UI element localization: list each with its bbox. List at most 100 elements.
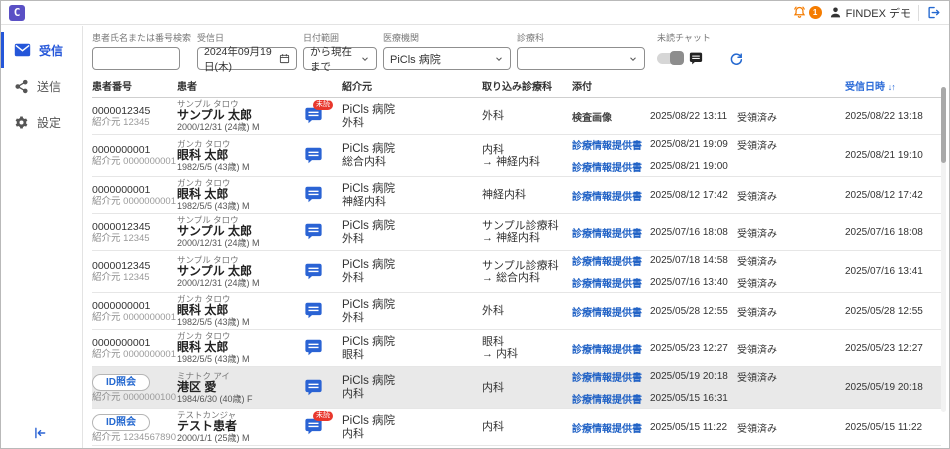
table-row[interactable]: 0000012345 紹介元 12345 サンプル タロウ サンプル 太郎 20… — [92, 214, 941, 251]
attachment-link[interactable]: 診療情報提供書 — [572, 391, 650, 406]
attachments-cell: 診療情報提供書2025/08/12 17:42受領済み — [572, 188, 845, 203]
intake-dept-from: 内科 — [482, 382, 572, 394]
table-row[interactable]: 0000000001 紹介元 0000000001 ガンカ タロウ 眼科 太郎 … — [92, 330, 941, 367]
chat-cell — [304, 186, 342, 204]
sidebar-item-settings[interactable]: 設定 — [1, 104, 82, 140]
chat-button[interactable]: 未読 — [304, 418, 324, 436]
vertical-scrollbar[interactable] — [941, 87, 946, 412]
referrer-dept: 内科 — [342, 428, 482, 440]
attachment-link[interactable]: 診療情報提供書 — [572, 188, 650, 203]
referrer-number-line: 紹介元 0000000001 — [92, 349, 177, 360]
referrer-dept: 外科 — [342, 117, 482, 129]
id-lookup-button[interactable]: ID照会 — [92, 374, 150, 391]
refresh-button[interactable] — [729, 47, 744, 70]
id-lookup-button[interactable]: ID照会 — [92, 414, 150, 431]
patient-number-cell: ID照会 紹介元 0000000100 — [92, 372, 177, 403]
attachment-link[interactable]: 診療情報提供書 — [572, 225, 650, 240]
chat-cell: 未読 — [304, 107, 342, 125]
referrer-number-line: 紹介元 0000000001 — [92, 156, 177, 167]
attachment-status: 受領済み — [737, 369, 845, 384]
date-range-select[interactable]: から現在まで — [303, 47, 377, 70]
referrer-dept: 外科 — [342, 312, 482, 324]
received-datetime: 2025/08/12 17:42 — [845, 190, 941, 201]
table-row[interactable]: 0000000001 紹介元 0000000001 ガンカ タロウ 眼科 太郎 … — [92, 293, 941, 330]
notification-button[interactable]: 1 — [792, 5, 822, 20]
medical-org-select[interactable]: PiCls 病院 — [383, 47, 511, 70]
col-received-sort[interactable]: 受信日時 ↓↑ — [845, 78, 941, 93]
table-row[interactable]: ID照会 紹介元 0000000100 ミナトク アイ 港区 愛 1984/6/… — [92, 367, 941, 409]
attachment-link[interactable]: 診療情報提供書 — [572, 369, 650, 384]
intake-cell: 外科 — [482, 110, 572, 122]
patient-birth: 1982/5/5 (43歳) M — [177, 354, 304, 364]
table-row[interactable]: 0000000001 紹介元 0000000001 ガンカ タロウ 眼科 太郎 … — [92, 135, 941, 177]
chat-filter-icon — [689, 52, 703, 65]
chat-button[interactable] — [304, 379, 324, 397]
attachment-link[interactable]: 診療情報提供書 — [572, 275, 650, 290]
receive-date-input[interactable]: 2024年09月19日(木) — [197, 47, 297, 70]
main-content: 患者氏名または番号検索 受信日 2024年09月19日(木) 日付範囲 か — [84, 26, 949, 448]
chat-button[interactable]: 未読 — [304, 107, 324, 125]
unread-chat-label: 未読チャット — [657, 31, 711, 44]
chat-button[interactable] — [304, 263, 324, 281]
user-menu[interactable]: FINDEX デモ — [829, 5, 911, 21]
logout-button[interactable] — [926, 5, 941, 20]
table-row[interactable]: 0000012345 紹介元 12345 サンプル タロウ サンプル 太郎 20… — [92, 98, 941, 135]
attachment-status: 受領済み — [737, 225, 845, 240]
table-row[interactable]: ID照会 紹介元 1234567890 テストカンジャ テスト患者 2000/1… — [92, 409, 941, 446]
chat-button[interactable] — [304, 339, 324, 357]
attachment-link[interactable]: 診療情報提供書 — [572, 420, 650, 435]
attachment-link[interactable]: 診療情報提供書 — [572, 304, 650, 319]
intake-dept-from: 内科 — [482, 144, 572, 156]
col-patient-number: 患者番号 — [92, 78, 177, 93]
attachment-time: 2025/05/15 11:22 — [650, 422, 737, 433]
sidebar-collapse-icon[interactable] — [33, 426, 47, 440]
chat-icon — [304, 339, 323, 356]
col-intake-dept: 取り込み診療科 — [482, 78, 572, 93]
unread-badge: 未読 — [313, 411, 333, 421]
referrer-org: PiCls 病院 — [342, 259, 482, 272]
intake-cell: サンプル診療科 → 神経内科 — [482, 220, 572, 244]
chat-button[interactable] — [304, 223, 324, 241]
attachment-link[interactable]: 診療情報提供書 — [572, 341, 650, 356]
chat-button[interactable] — [304, 186, 324, 204]
attachment-status: 受領済み — [737, 109, 845, 124]
intake-cell: 内科 — [482, 382, 572, 394]
patient-number: 0000012345 — [92, 221, 177, 233]
sidebar-item-send[interactable]: 送信 — [1, 68, 82, 104]
patient-number-cell: 0000000001 紹介元 0000000001 — [92, 184, 177, 207]
attachment-time: 2025/05/23 12:27 — [650, 343, 737, 354]
attachments-cell: 診療情報提供書2025/08/21 19:09受領済み診療情報提供書2025/0… — [572, 137, 845, 174]
department-select[interactable] — [517, 47, 645, 70]
table-row[interactable]: 0000000001 紹介元 0000000001 ガンカ タロウ 眼科 太郎 … — [92, 177, 941, 214]
chat-button[interactable] — [304, 147, 324, 165]
referrer-dept: 内科 — [342, 388, 482, 400]
search-input[interactable] — [92, 47, 180, 70]
referrer-org: PiCls 病院 — [342, 299, 482, 312]
attachment-link[interactable]: 診療情報提供書 — [572, 137, 650, 152]
referrer-dept: 総合内科 — [342, 156, 482, 168]
attachment-link: 検査画像 — [572, 109, 650, 124]
arrow-right-icon: → — [482, 156, 493, 168]
sidebar-item-label: 受信 — [39, 42, 63, 59]
attachment-link[interactable]: 診療情報提供書 — [572, 253, 650, 268]
chat-cell — [304, 223, 342, 241]
referrer-cell: PiCls 病院 眼科 — [342, 336, 482, 361]
referrer-dept: 外科 — [342, 272, 482, 284]
chat-button[interactable] — [304, 302, 324, 320]
scrollbar-thumb[interactable] — [941, 87, 946, 163]
table-row[interactable]: 0000012345 紹介元 12345 サンプル タロウ サンプル 太郎 20… — [92, 251, 941, 293]
unread-chat-toggle[interactable] — [657, 53, 683, 64]
patient-birth: 1982/5/5 (43歳) M — [177, 201, 304, 211]
chat-cell — [304, 147, 342, 165]
attachment-link[interactable]: 診療情報提供書 — [572, 159, 650, 174]
sidebar-item-label: 送信 — [37, 78, 61, 95]
patient-name: サンプル 太郎 — [177, 225, 304, 238]
referrer-org: PiCls 病院 — [342, 183, 482, 196]
chat-icon — [304, 223, 323, 240]
col-patient: 患者 — [177, 78, 304, 93]
date-range-label: 日付範囲 — [303, 31, 377, 44]
sidebar-item-receive[interactable]: 受信 — [1, 32, 82, 68]
chat-icon — [304, 302, 323, 319]
intake-cell: 外科 — [482, 305, 572, 317]
received-datetime: 2025/05/23 12:27 — [845, 343, 941, 354]
